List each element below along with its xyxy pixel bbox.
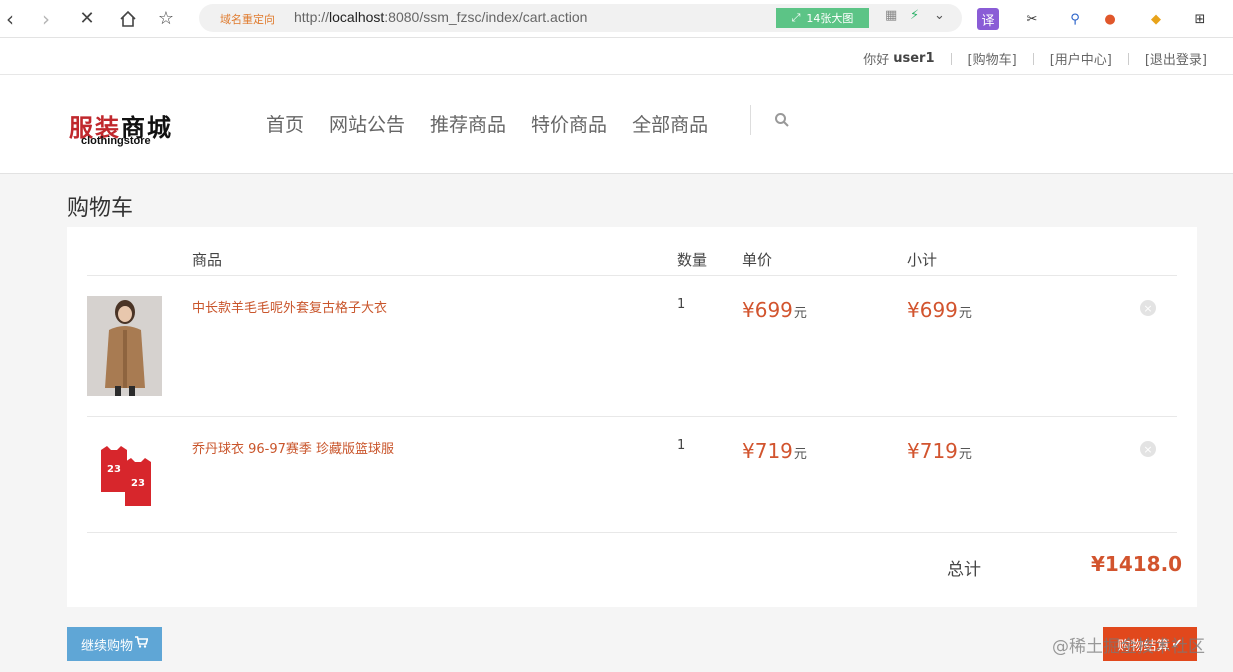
quantity-value: 1 bbox=[677, 438, 686, 453]
cart-icon bbox=[135, 636, 149, 652]
nav-item-all-products[interactable]: 全部商品 bbox=[632, 110, 708, 137]
nav-item-announcements[interactable]: 网站公告 bbox=[329, 110, 405, 137]
svg-text:23: 23 bbox=[131, 478, 145, 489]
product-image[interactable] bbox=[87, 296, 162, 396]
nav-item-recommended[interactable]: 推荐商品 bbox=[430, 110, 506, 137]
search-extension-icon[interactable]: ⚲ bbox=[1064, 8, 1086, 30]
url-text[interactable]: http://localhost:8080/ssm_fzsc/index/car… bbox=[294, 9, 587, 25]
site-header: 服装商城 clothingstore 首页 网站公告 推荐商品 特价商品 全部商… bbox=[0, 75, 1233, 174]
username: user1 bbox=[893, 51, 935, 66]
grid-icon[interactable]: ▦ bbox=[885, 8, 897, 23]
divider bbox=[950, 52, 952, 65]
svg-text:23: 23 bbox=[107, 464, 121, 475]
table-row: 中长款羊毛毛呢外套复古格子大衣 1 ¥699元 ¥699元 × bbox=[67, 275, 1197, 416]
unit-price: ¥699元 bbox=[742, 298, 807, 322]
user-center-link[interactable]: [用户中心] bbox=[1050, 49, 1112, 68]
nav-item-specials[interactable]: 特价商品 bbox=[531, 110, 607, 137]
expand-icon: ⤢ bbox=[791, 11, 801, 24]
total-value: ¥1418.0 bbox=[1091, 552, 1183, 576]
user-bar: 你好 user1 [购物车] [用户中心] [退出登录] bbox=[0, 38, 1233, 75]
cart-link[interactable]: [购物车] bbox=[968, 49, 1017, 68]
total-label: 总计 bbox=[947, 560, 981, 580]
game-controller-icon[interactable]: ● bbox=[1099, 8, 1121, 30]
chevron-down-icon[interactable]: ⌄ bbox=[934, 8, 945, 23]
translate-icon[interactable]: 译 bbox=[977, 8, 999, 30]
stop-icon[interactable]: ✕ bbox=[75, 7, 99, 31]
subtotal: ¥699元 bbox=[907, 298, 972, 322]
bigimage-button[interactable]: ⤢ 14张大图 bbox=[776, 8, 869, 28]
shield-icon[interactable]: ◆ bbox=[1145, 8, 1167, 30]
continue-shopping-label: 继续购物 bbox=[80, 638, 133, 654]
column-header-unit-price: 单价 bbox=[742, 251, 773, 269]
divider bbox=[87, 532, 1177, 533]
divider bbox=[1127, 52, 1129, 65]
logout-link[interactable]: [退出登录] bbox=[1145, 49, 1207, 68]
bookmark-star-icon[interactable]: ☆ bbox=[154, 7, 178, 31]
greeting-text: 你好 bbox=[863, 53, 890, 68]
page-title: 购物车 bbox=[67, 196, 134, 221]
column-header-product: 商品 bbox=[192, 251, 223, 269]
unit-price: ¥719元 bbox=[742, 439, 807, 463]
product-name-link[interactable]: 乔丹球衣 96-97赛季 珍藏版篮球服 bbox=[192, 438, 394, 457]
column-header-subtotal: 小计 bbox=[907, 251, 938, 269]
browser-toolbar: ‹ › ✕ ☆ 域名重定向 http://localhost:8080/ssm_… bbox=[0, 0, 1233, 38]
lightning-icon[interactable]: ⚡ bbox=[910, 8, 919, 23]
subtotal: ¥719元 bbox=[907, 439, 972, 463]
scissors-icon[interactable]: ✂ bbox=[1021, 8, 1043, 30]
redirect-label: 域名重定向 bbox=[220, 13, 275, 26]
forward-icon[interactable]: › bbox=[34, 7, 58, 31]
table-row: 23 23 乔丹球衣 96-97赛季 珍藏版篮球服 1 ¥719元 ¥719元 … bbox=[67, 416, 1197, 532]
product-image[interactable]: 23 23 bbox=[87, 430, 162, 510]
divider bbox=[1032, 52, 1034, 65]
back-icon[interactable]: ‹ bbox=[0, 7, 22, 31]
site-logo[interactable]: 服装商城 clothingstore bbox=[69, 108, 189, 148]
home-icon[interactable] bbox=[116, 7, 140, 31]
nav-item-home[interactable]: 首页 bbox=[266, 110, 304, 137]
product-name-link[interactable]: 中长款羊毛毛呢外套复古格子大衣 bbox=[192, 297, 387, 316]
watermark: @稀土掘金技术社区 bbox=[1052, 637, 1205, 657]
nav-divider bbox=[750, 105, 751, 135]
remove-item-button[interactable]: × bbox=[1140, 300, 1156, 316]
address-bar[interactable]: 域名重定向 http://localhost:8080/ssm_fzsc/ind… bbox=[199, 4, 962, 32]
main-nav: 首页 网站公告 推荐商品 特价商品 全部商品 bbox=[266, 110, 733, 137]
cart-table: 商品 数量 单价 小计 中长款羊毛毛呢外套复古格子大衣 1 ¥699元 ¥699… bbox=[67, 227, 1197, 607]
remove-item-button[interactable]: × bbox=[1140, 441, 1156, 457]
continue-shopping-button[interactable]: 继续购物 bbox=[67, 627, 162, 661]
apps-grid-icon[interactable]: ⊞ bbox=[1189, 8, 1211, 30]
column-header-qty: 数量 bbox=[677, 251, 708, 269]
quantity-value: 1 bbox=[677, 297, 686, 312]
search-icon[interactable] bbox=[774, 112, 792, 130]
